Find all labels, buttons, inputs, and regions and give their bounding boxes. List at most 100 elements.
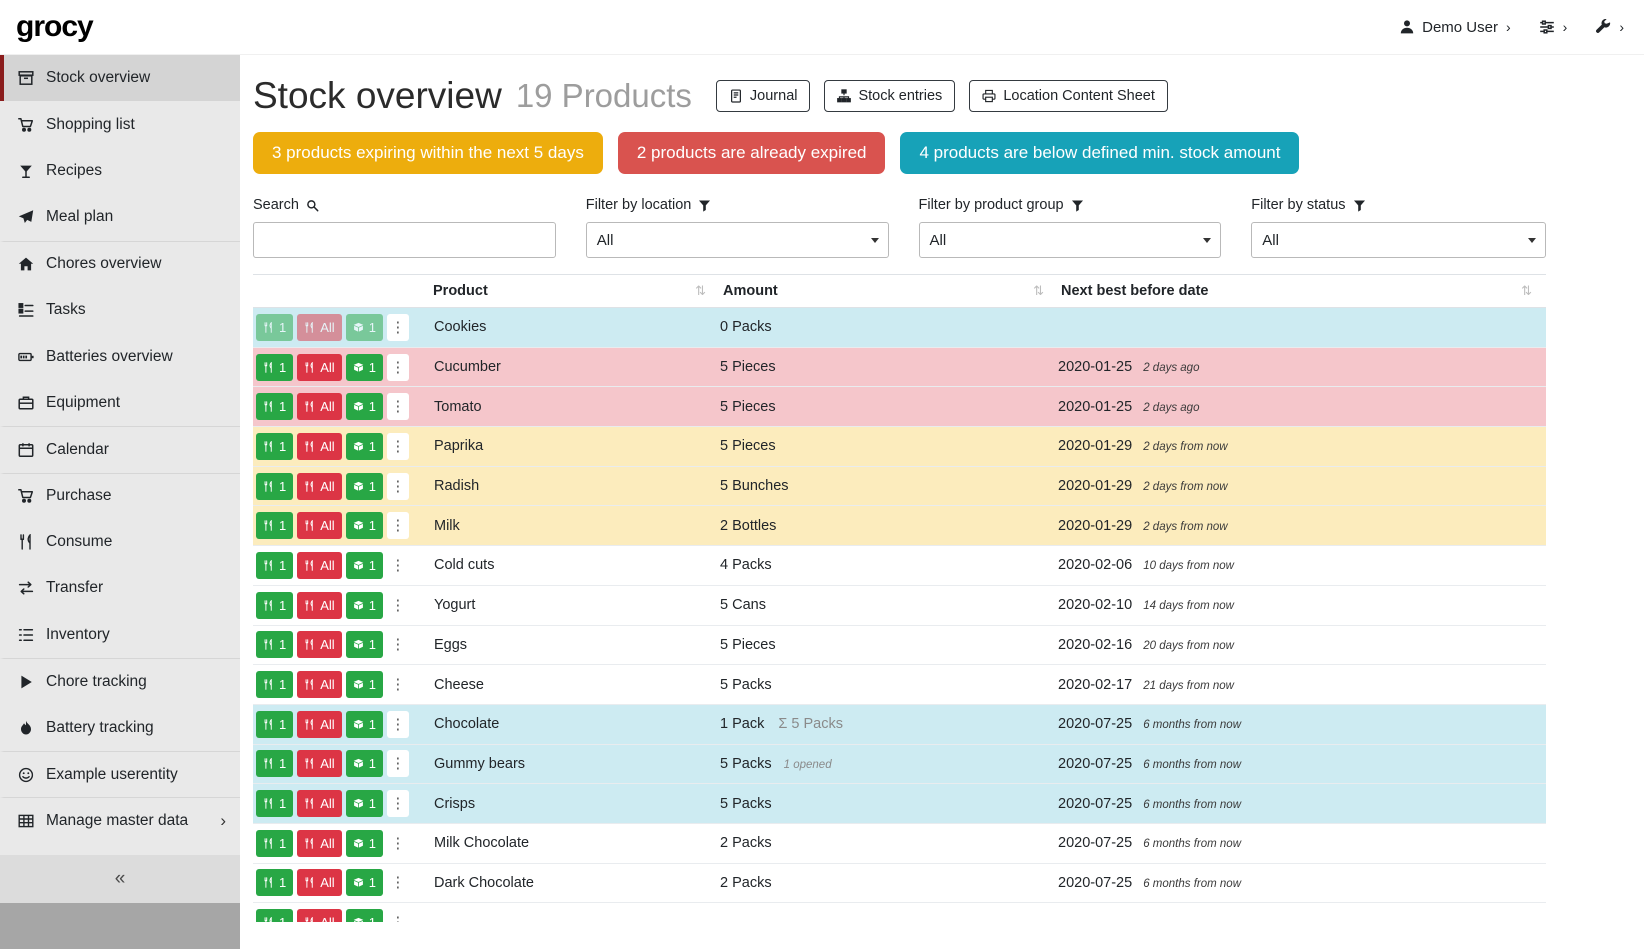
stock-entries-button[interactable]: Stock entries <box>824 80 955 112</box>
column-header-product[interactable]: Product ⇅ <box>430 275 720 307</box>
consume-one-button[interactable]: 1 <box>256 830 293 857</box>
open-one-button[interactable]: 1 <box>346 552 383 579</box>
row-menu-button[interactable]: ⋮ <box>387 830 409 857</box>
consume-all-button[interactable]: All <box>297 393 341 420</box>
sidebar-item-transfer[interactable]: Transfer <box>0 565 240 611</box>
sort-icon[interactable]: ⇅ <box>1521 283 1532 299</box>
sidebar-item-shopping-list[interactable]: Shopping list <box>0 101 240 147</box>
consume-one-button[interactable]: 1 <box>256 314 293 341</box>
column-header-amount[interactable]: Amount ⇅ <box>720 275 1058 307</box>
consume-one-button[interactable]: 1 <box>256 512 293 539</box>
consume-all-button[interactable]: All <box>297 512 341 539</box>
consume-all-button[interactable]: All <box>297 909 341 922</box>
consume-one-button[interactable]: 1 <box>256 552 293 579</box>
row-menu-button[interactable]: ⋮ <box>387 869 409 896</box>
consume-all-button[interactable]: All <box>297 354 341 381</box>
row-menu-button[interactable]: ⋮ <box>387 512 409 539</box>
row-menu-button[interactable]: ⋮ <box>387 909 409 922</box>
open-one-button[interactable]: 1 <box>346 314 383 341</box>
consume-one-button[interactable]: 1 <box>256 473 293 500</box>
admin-menu[interactable]: › <box>1595 19 1624 35</box>
consume-one-button[interactable]: 1 <box>256 869 293 896</box>
sidebar-item-consume[interactable]: Consume <box>0 519 240 565</box>
sort-icon[interactable]: ⇅ <box>1033 283 1044 299</box>
sidebar-item-battery-tracking[interactable]: Battery tracking <box>0 704 240 750</box>
sidebar-item-chores-overview[interactable]: Chores overview <box>0 241 240 287</box>
search-input[interactable] <box>253 222 556 258</box>
row-menu-button[interactable]: ⋮ <box>387 433 409 460</box>
sidebar-item-calendar[interactable]: Calendar <box>0 426 240 472</box>
sidebar-collapse-button[interactable]: « <box>0 855 240 903</box>
consume-all-button[interactable]: All <box>297 750 341 777</box>
sidebar-item-chore-tracking[interactable]: Chore tracking <box>0 658 240 704</box>
location-filter-select[interactable]: All <box>586 222 889 258</box>
open-one-button[interactable]: 1 <box>346 790 383 817</box>
row-menu-button[interactable]: ⋮ <box>387 671 409 698</box>
row-menu-button[interactable]: ⋮ <box>387 790 409 817</box>
open-one-button[interactable]: 1 <box>346 869 383 896</box>
consume-all-button[interactable]: All <box>297 314 341 341</box>
settings-menu[interactable]: › <box>1539 19 1568 35</box>
consume-one-button[interactable]: 1 <box>256 393 293 420</box>
open-one-button[interactable]: 1 <box>346 671 383 698</box>
row-menu-button[interactable]: ⋮ <box>387 711 409 738</box>
consume-all-button[interactable]: All <box>297 433 341 460</box>
open-one-button[interactable]: 1 <box>346 473 383 500</box>
consume-all-button[interactable]: All <box>297 869 341 896</box>
location-content-sheet-button[interactable]: Location Content Sheet <box>969 80 1168 112</box>
sidebar-item-purchase[interactable]: Purchase <box>0 473 240 519</box>
open-one-button[interactable]: 1 <box>346 750 383 777</box>
consume-one-button[interactable]: 1 <box>256 711 293 738</box>
row-menu-button[interactable]: ⋮ <box>387 473 409 500</box>
row-menu-button[interactable]: ⋮ <box>387 750 409 777</box>
consume-one-button[interactable]: 1 <box>256 592 293 619</box>
sidebar-item-meal-plan[interactable]: Meal plan <box>0 194 240 240</box>
row-menu-button[interactable]: ⋮ <box>387 354 409 381</box>
consume-all-button[interactable]: All <box>297 552 341 579</box>
open-one-button[interactable]: 1 <box>346 354 383 381</box>
sidebar-item-batteries-overview[interactable]: Batteries overview <box>0 333 240 379</box>
consume-one-button[interactable]: 1 <box>256 631 293 658</box>
open-one-button[interactable]: 1 <box>346 433 383 460</box>
expiring-alert[interactable]: 3 products expiring within the next 5 da… <box>253 132 603 174</box>
open-one-button[interactable]: 1 <box>346 909 383 922</box>
sidebar-item-tasks[interactable]: Tasks <box>0 287 240 333</box>
sidebar-item-example-userentity[interactable]: Example userentity <box>0 751 240 797</box>
row-menu-button[interactable]: ⋮ <box>387 393 409 420</box>
expired-alert[interactable]: 2 products are already expired <box>618 132 886 174</box>
consume-all-button[interactable]: All <box>297 711 341 738</box>
consume-all-button[interactable]: All <box>297 592 341 619</box>
open-one-button[interactable]: 1 <box>346 512 383 539</box>
row-menu-button[interactable]: ⋮ <box>387 552 409 579</box>
consume-all-button[interactable]: All <box>297 790 341 817</box>
consume-all-button[interactable]: All <box>297 671 341 698</box>
sidebar-item-inventory[interactable]: Inventory <box>0 612 240 658</box>
below-min-stock-alert[interactable]: 4 products are below defined min. stock … <box>900 132 1299 174</box>
sidebar-item-stock-overview[interactable]: Stock overview <box>0 55 240 101</box>
row-menu-button[interactable]: ⋮ <box>387 314 409 341</box>
consume-one-button[interactable]: 1 <box>256 433 293 460</box>
user-menu[interactable]: Demo User › <box>1399 19 1511 36</box>
product-group-filter-select[interactable]: All <box>919 222 1222 258</box>
app-logo[interactable]: grocy <box>16 10 93 44</box>
sidebar-item-equipment[interactable]: Equipment <box>0 380 240 426</box>
open-one-button[interactable]: 1 <box>346 711 383 738</box>
consume-one-button[interactable]: 1 <box>256 671 293 698</box>
open-one-button[interactable]: 1 <box>346 631 383 658</box>
consume-one-button[interactable]: 1 <box>256 354 293 381</box>
open-one-button[interactable]: 1 <box>346 393 383 420</box>
column-header-next-best-before-date[interactable]: Next best before date ⇅ <box>1058 275 1546 307</box>
sort-icon[interactable]: ⇅ <box>695 283 706 299</box>
status-filter-select[interactable]: All <box>1251 222 1546 258</box>
open-one-button[interactable]: 1 <box>346 592 383 619</box>
consume-one-button[interactable]: 1 <box>256 750 293 777</box>
sidebar-item-recipes[interactable]: Recipes <box>0 148 240 194</box>
consume-all-button[interactable]: All <box>297 631 341 658</box>
consume-one-button[interactable]: 1 <box>256 790 293 817</box>
open-one-button[interactable]: 1 <box>346 830 383 857</box>
row-menu-button[interactable]: ⋮ <box>387 592 409 619</box>
row-menu-button[interactable]: ⋮ <box>387 631 409 658</box>
consume-all-button[interactable]: All <box>297 473 341 500</box>
journal-button[interactable]: Journal <box>716 80 811 112</box>
sidebar-item-manage-master-data[interactable]: Manage master data › <box>0 797 240 843</box>
